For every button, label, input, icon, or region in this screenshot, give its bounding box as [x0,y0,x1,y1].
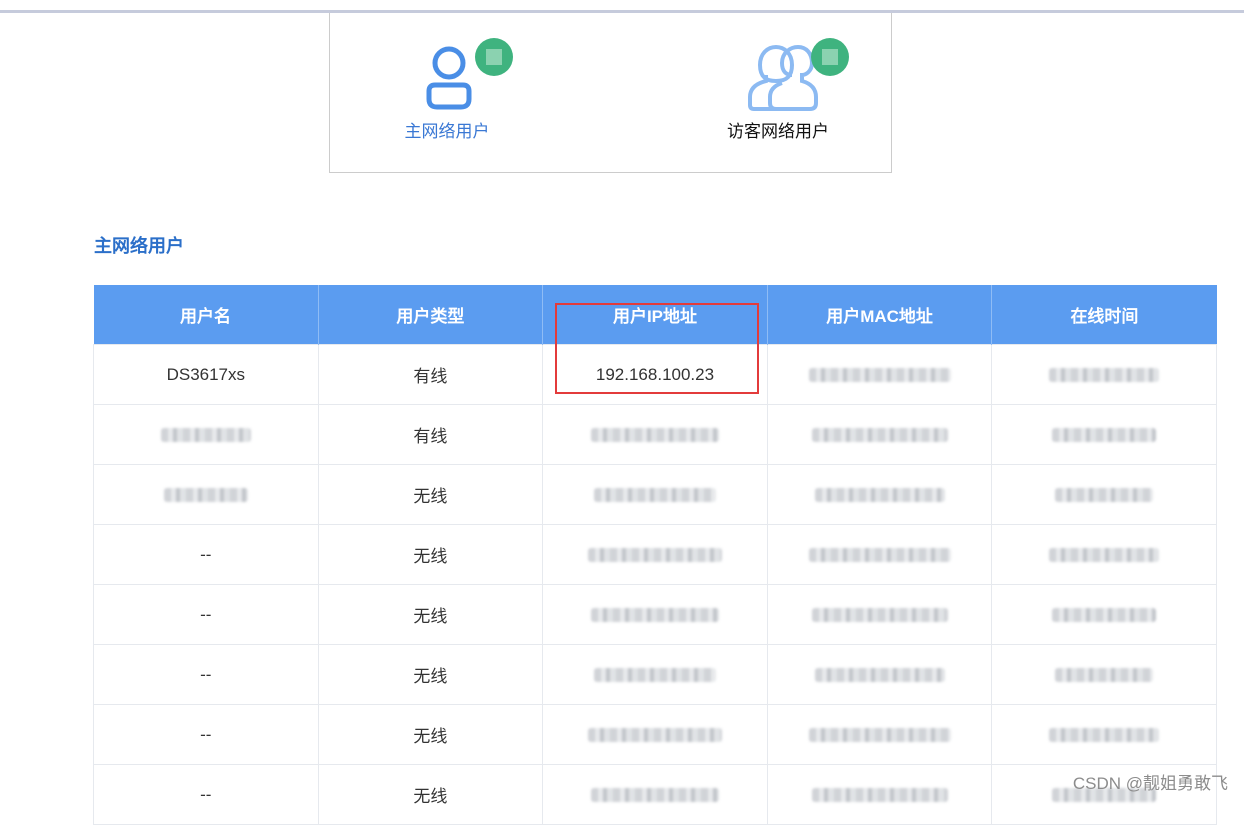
masked-value [1049,548,1160,563]
cell-name [93,404,319,465]
cell-type: 无线 [317,644,544,705]
cell-mac [766,764,993,825]
cell-ip [542,644,768,705]
cell-name: -- [93,704,319,765]
masked-value [1049,368,1160,383]
cell-name: -- [93,584,319,645]
section-title: 主网络用户 [94,236,184,256]
cell-ip [542,584,768,645]
cell-name: -- [93,644,319,705]
masked-value [811,428,948,443]
masked-value [1052,428,1157,443]
cell-ip [542,704,768,765]
table-header-row: 用户名 用户类型 用户IP地址 用户MAC地址 在线时间 [93,285,1217,345]
online-status-badge [475,38,513,76]
masked-value [808,368,951,383]
masked-value [1049,728,1160,743]
cell-type: 无线 [317,584,544,645]
top-border [0,0,1244,13]
masked-value [160,428,251,443]
masked-value [808,728,951,743]
cell-ip: 192.168.100.23 [542,344,768,405]
cell-type: 无线 [317,764,544,825]
cell-online [991,404,1217,465]
masked-value [814,668,945,683]
cell-mac [766,644,993,705]
watermark: CSDN @靓姐勇敢飞 [1072,774,1228,793]
masked-value [590,428,719,443]
masked-value [811,608,948,623]
masked-value [590,608,719,623]
table-row: DS3617xs 有线 192.168.100.23 [93,344,1217,405]
table-row: 无线 [93,464,1217,525]
cell-mac [766,524,993,585]
cell-type: 无线 [317,524,544,585]
masked-value [587,728,722,743]
tab-guest-network-users[interactable]: 访客网络用户 [678,13,878,163]
masked-value [814,488,945,503]
cell-online [991,704,1217,765]
cell-ip [542,404,768,465]
cell-mac [766,464,993,525]
table-row: -- 无线 [93,524,1217,585]
online-status-badge [811,38,849,76]
table-row: -- 无线 [93,644,1217,705]
col-ip-header: 用户IP地址 [542,285,768,345]
cell-online [991,344,1217,405]
tab-guest-network-users-label: 访客网络用户 [727,122,829,141]
masked-value [1055,668,1154,683]
cell-mac [766,344,993,405]
cell-name: -- [93,764,319,825]
cell-type: 无线 [317,704,544,765]
cell-online [991,524,1217,585]
masked-value [808,548,951,563]
col-online-time-header: 在线时间 [991,285,1217,345]
masked-value [811,788,948,803]
col-user-type-header: 用户类型 [318,285,544,345]
masked-value [1055,488,1154,503]
cell-ip [542,524,768,585]
masked-value [590,788,719,803]
table-row: -- 无线 [93,704,1217,765]
cell-type: 有线 [317,344,544,405]
col-mac-header: 用户MAC地址 [767,285,993,345]
users-table: 用户名 用户类型 用户IP地址 用户MAC地址 在线时间 DS3617xs 有线 1… [93,285,1217,825]
cell-online [991,584,1217,645]
cell-online [991,644,1217,705]
table-row: 有线 [93,404,1217,465]
masked-value [593,488,716,503]
user-type-tabs: 主网络用户 访客网络用户 [329,13,892,173]
cell-online [991,464,1217,525]
col-username-header: 用户名 [93,285,319,345]
masked-value [587,548,722,563]
cell-type: 无线 [317,464,544,525]
cell-mac [766,404,993,465]
tab-main-network-users-label: 主网络用户 [404,122,490,141]
cell-mac [766,704,993,765]
tab-main-network-users[interactable]: 主网络用户 [347,13,547,163]
cell-ip [542,764,768,825]
cell-ip [542,464,768,525]
cell-type: 有线 [317,404,544,465]
table-row: -- 无线 [93,764,1217,825]
cell-name: DS3617xs [93,344,319,405]
table-row: -- 无线 [93,584,1217,645]
users-group-icon [746,41,818,113]
cell-name: -- [93,524,319,585]
masked-value [593,668,716,683]
masked-value [1052,608,1157,623]
masked-value [163,488,248,503]
cell-name [93,464,319,525]
cell-mac [766,584,993,645]
